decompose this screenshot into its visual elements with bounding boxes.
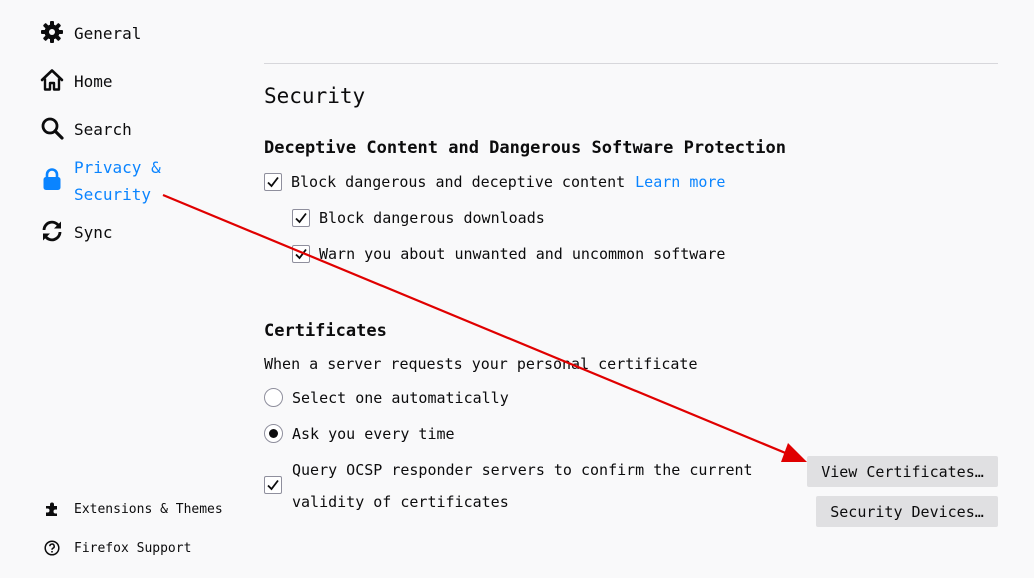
sidebar-footer-extensions-themes[interactable]: Extensions & Themes (44, 501, 223, 517)
sidebar-item-label: Sync (74, 223, 113, 242)
sidebar-item-label: Privacy & Security (74, 158, 161, 204)
sidebar-item-label: Search (74, 120, 132, 139)
sidebar-footer-firefox-support[interactable]: Firefox Support (44, 540, 191, 556)
certificate-request-prompt: When a server requests your personal cer… (264, 355, 698, 373)
select-automatically-label[interactable]: Select one automatically (292, 389, 509, 407)
lock-icon (40, 167, 64, 191)
block-dangerous-downloads-label[interactable]: Block dangerous downloads (319, 209, 545, 227)
sidebar-item-general[interactable]: General (40, 20, 141, 47)
ask-every-time-radio[interactable] (264, 424, 283, 443)
gear-icon (40, 20, 64, 44)
block-dangerous-downloads-checkbox[interactable] (292, 209, 310, 227)
view-certificates-button[interactable]: View Certificates… (807, 456, 998, 487)
sidebar-item-search[interactable]: Search (40, 116, 132, 143)
puzzle-icon (44, 501, 60, 517)
query-ocsp-checkbox[interactable] (264, 476, 282, 494)
ask-every-time-label[interactable]: Ask you every time (292, 425, 455, 443)
sidebar-item-sync[interactable]: Sync (40, 219, 113, 246)
section-divider (264, 63, 998, 64)
footer-item-label: Extensions & Themes (74, 501, 223, 517)
footer-item-label: Firefox Support (74, 540, 192, 556)
ask-every-time-row: Ask you every time (264, 424, 455, 443)
sidebar-item-label: Home (74, 72, 113, 91)
block-dangerous-downloads-row: Block dangerous downloads (292, 209, 545, 227)
learn-more-link[interactable]: Learn more (635, 173, 725, 191)
block-deceptive-content-row: Block dangerous and deceptive content Le… (264, 173, 725, 191)
warn-unwanted-software-checkbox[interactable] (292, 245, 310, 263)
certificates-heading: Certificates (264, 321, 387, 341)
warn-unwanted-software-row: Warn you about unwanted and uncommon sof… (292, 245, 725, 263)
select-automatically-radio[interactable] (264, 388, 283, 407)
block-deceptive-content-checkbox[interactable] (264, 173, 282, 191)
warn-unwanted-software-label[interactable]: Warn you about unwanted and uncommon sof… (319, 245, 725, 263)
annotation-arrow (162, 193, 807, 462)
sidebar-item-home[interactable]: Home (40, 68, 113, 95)
sidebar-item-label: General (74, 24, 142, 43)
home-icon (40, 68, 64, 92)
block-deceptive-content-label[interactable]: Block dangerous and deceptive content (291, 173, 625, 191)
query-ocsp-label-line1[interactable]: Query OCSP responder servers to confirm … (292, 461, 753, 479)
security-devices-button[interactable]: Security Devices… (816, 496, 998, 527)
select-automatically-row: Select one automatically (264, 388, 509, 407)
search-icon (40, 116, 64, 140)
sync-icon (40, 219, 64, 243)
query-ocsp-label-line2[interactable]: validity of certificates (292, 493, 509, 511)
sidebar-item-privacy-security[interactable]: Privacy & Security (40, 154, 184, 208)
help-icon (44, 540, 60, 556)
deceptive-content-heading: Deceptive Content and Dangerous Software… (264, 138, 786, 158)
page-title: Security (264, 84, 366, 108)
